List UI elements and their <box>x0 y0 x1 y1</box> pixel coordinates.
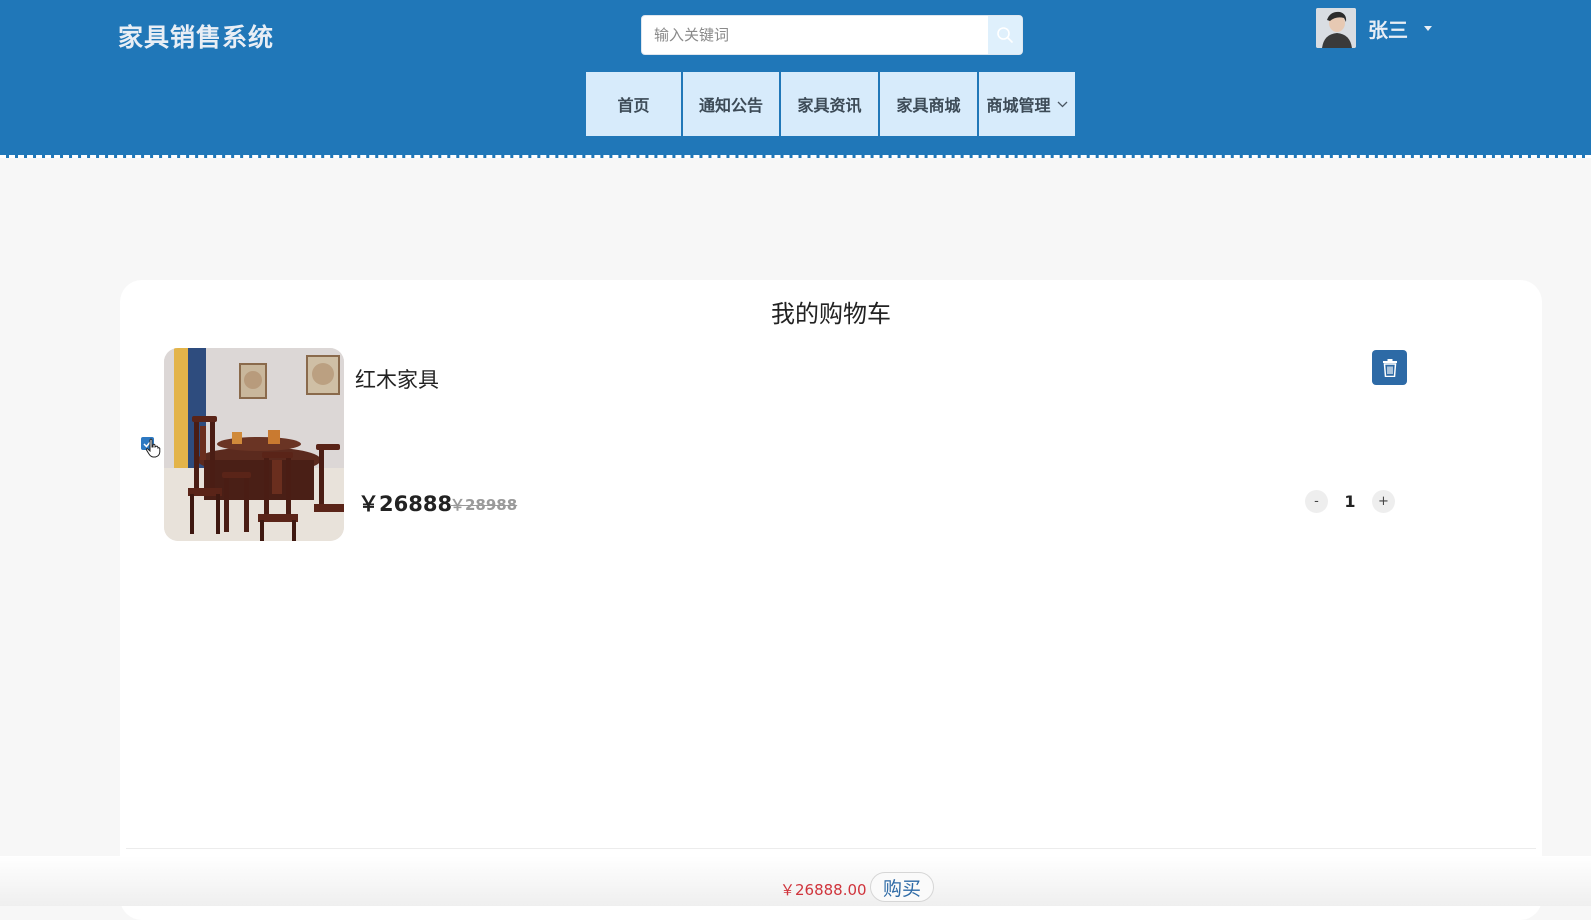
site-brand[interactable]: 家具销售系统 <box>118 18 274 54</box>
user-name[interactable]: 张三 <box>1368 14 1408 43</box>
nav-item-label: 家具资讯 <box>797 96 862 115</box>
user-menu[interactable]: 张三 <box>1316 8 1432 48</box>
chevron-down-icon <box>1057 101 1067 107</box>
trash-icon <box>1382 358 1397 377</box>
nav-item-mall[interactable]: 家具商城 <box>880 72 977 136</box>
avatar[interactable] <box>1316 8 1356 48</box>
total-price: ￥26888.00 <box>780 881 867 899</box>
quantity-stepper: - 1 + <box>1305 490 1395 513</box>
product-price: ￥26888 <box>358 492 453 516</box>
product-original-price: ￥28988 <box>450 496 518 514</box>
search-icon <box>997 27 1013 43</box>
increase-quantity-button[interactable]: + <box>1372 490 1395 513</box>
hand-cursor-icon <box>145 438 161 458</box>
nav-item-label: 通知公告 <box>698 96 763 115</box>
nav-item-label: 家具商城 <box>896 96 961 115</box>
decrease-quantity-button[interactable]: - <box>1305 490 1328 513</box>
product-name[interactable]: 红木家具 <box>355 364 439 394</box>
search-input[interactable] <box>642 16 988 54</box>
search-button[interactable] <box>988 16 1022 54</box>
nav-item-mall-management[interactable]: 商城管理 <box>979 72 1075 136</box>
cart-panel: 我的购物车 红木家具 ￥26888 ￥28988 - 1 + <box>120 280 1542 920</box>
search-box <box>641 15 1023 55</box>
product-image[interactable] <box>164 348 344 541</box>
nav-item-label: 商城管理 <box>986 96 1051 115</box>
nav-item-label: 首页 <box>617 96 650 115</box>
page-title: 我的购物车 <box>771 300 891 328</box>
delete-item-button[interactable] <box>1372 350 1407 385</box>
nav-item-home[interactable]: 首页 <box>586 72 681 136</box>
nav-item-notices[interactable]: 通知公告 <box>683 72 779 136</box>
buy-button[interactable]: 购买 <box>870 872 934 902</box>
site-header: 家具销售系统 张三 首页 通知公告 家具资讯 家具商城 商城管理 <box>0 0 1591 158</box>
caret-down-icon[interactable] <box>1424 25 1432 31</box>
quantity-value: 1 <box>1344 492 1356 511</box>
nav-item-news[interactable]: 家具资讯 <box>781 72 878 136</box>
main-nav: 首页 通知公告 家具资讯 家具商城 商城管理 <box>586 72 1077 136</box>
divider <box>126 848 1536 849</box>
